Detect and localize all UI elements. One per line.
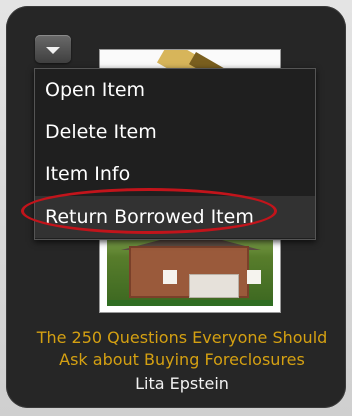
triangle-down-icon: [46, 46, 60, 54]
house-facade: [129, 246, 261, 298]
menu-item-open[interactable]: Open Item: [35, 69, 315, 111]
menu-item-delete[interactable]: Delete Item: [35, 111, 315, 153]
context-menu: Open Item Delete Item Item Info Return B…: [34, 68, 316, 240]
house-window: [163, 270, 177, 284]
item-menu-toggle-button[interactable]: [35, 35, 71, 63]
page-background: Open Item Delete Item Item Info Return B…: [0, 0, 352, 416]
menu-item-return-borrowed[interactable]: Return Borrowed Item: [35, 196, 315, 238]
book-tile[interactable]: Open Item Delete Item Item Info Return B…: [6, 6, 346, 408]
cover-bottom-strip: [107, 300, 273, 306]
book-title[interactable]: The 250 Questions Everyone Should Ask ab…: [22, 327, 342, 371]
house-garage: [189, 274, 239, 298]
book-author: Lita Epstein: [135, 374, 229, 393]
house-window: [247, 270, 261, 284]
menu-item-info[interactable]: Item Info: [35, 153, 315, 195]
